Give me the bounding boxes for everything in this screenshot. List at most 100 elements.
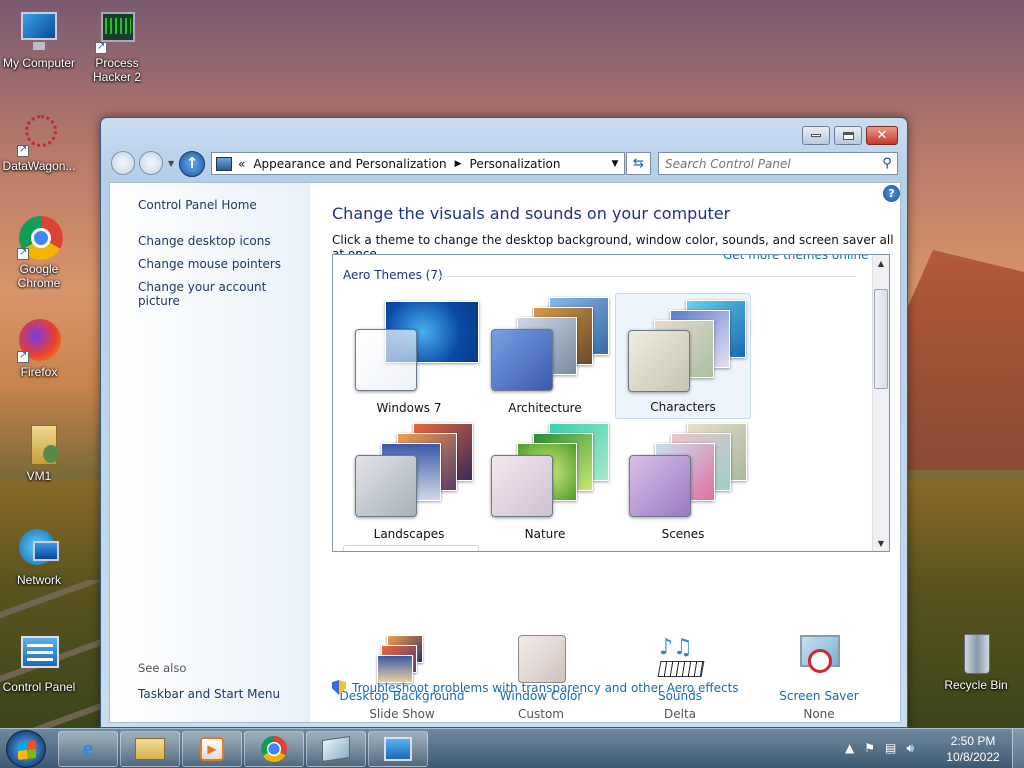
forward-button[interactable] (139, 151, 163, 175)
taskbar-media-player[interactable]: ▶ (182, 731, 242, 767)
troubleshoot-label[interactable]: Troubleshoot problems with transparency … (352, 681, 739, 695)
chevron-right-icon[interactable]: ▶ (455, 159, 462, 169)
desktop-icon-label: Firefox (20, 365, 58, 379)
close-button[interactable]: ✕ (866, 126, 898, 145)
desktop-icon-process-hacker[interactable]: Process Hacker 2 (78, 10, 156, 84)
theme-label: Nature (524, 527, 566, 541)
search-box[interactable]: ⚲ (658, 152, 898, 175)
theme-characters[interactable]: Characters (615, 293, 751, 419)
theme-label: Architecture (508, 401, 582, 415)
clock-time: 2:50 PM (950, 734, 996, 748)
chevron-down-icon[interactable]: ▼ (606, 159, 624, 169)
taskbar-control-panel[interactable] (368, 731, 428, 767)
taskbar-explorer[interactable] (120, 731, 180, 767)
start-button[interactable] (6, 730, 46, 768)
theme-landscapes[interactable]: Landscapes (341, 419, 477, 545)
theme-list-scrollbar[interactable]: ▲ ▼ (872, 255, 889, 551)
desktop-icon-firefox[interactable]: Firefox (0, 319, 78, 379)
sounds-setting[interactable]: ♪♫ Sounds Delta (610, 635, 750, 721)
sidebar-link-taskbar[interactable]: Taskbar and Start Menu (138, 687, 280, 701)
theme-architecture[interactable]: Architecture (477, 293, 613, 419)
desktop-icon-label: Control Panel (2, 680, 76, 694)
history-dropdown-icon[interactable]: ▼ (168, 159, 174, 168)
desktop-icon-label: DataWagon... (2, 159, 76, 173)
shield-icon (332, 680, 346, 695)
show-hidden-icons-icon[interactable]: ▲ (845, 741, 854, 756)
desktop-icon-my-computer[interactable]: My Computer (0, 10, 78, 70)
group-divider (437, 276, 857, 277)
theme-preview (349, 301, 479, 391)
theme-label: Landscapes (373, 527, 445, 541)
setting-value: Delta (663, 707, 696, 721)
chrome-icon (17, 216, 63, 260)
system-tray: ▲ ⚑ ▤ 🔊︎ (845, 741, 914, 756)
desktop-background-setting[interactable]: Desktop Background Slide Show (332, 635, 472, 721)
address-overflow[interactable]: « (238, 157, 245, 171)
back-button[interactable] (111, 151, 135, 175)
search-input[interactable] (659, 156, 877, 171)
volume-icon[interactable]: 🔊︎ (906, 741, 914, 756)
screen-saver-icon (794, 635, 844, 683)
action-center-icon[interactable]: ⚑ (864, 741, 875, 756)
theme-nature[interactable]: Nature (477, 419, 613, 545)
clock-date: 10/8/2022 (946, 750, 1000, 764)
scroll-thumb[interactable] (874, 289, 888, 389)
desktop-icon-label: Process Hacker 2 (92, 56, 142, 84)
help-button[interactable]: ? (883, 185, 900, 202)
refresh-button[interactable]: ⇆ (626, 152, 651, 175)
troubleshoot-link[interactable]: Troubleshoot problems with transparency … (332, 680, 739, 695)
sidebar-link-desktop-icons[interactable]: Change desktop icons (138, 234, 271, 248)
get-more-themes-link[interactable]: Get more themes online (723, 255, 869, 262)
chrome-icon (261, 736, 287, 762)
desktop-icon-recycle-bin[interactable]: Recycle Bin (937, 632, 1015, 692)
network-status-icon[interactable]: ▤ (885, 741, 896, 756)
group-header: Aero Themes (7) (343, 268, 443, 282)
sounds-icon: ♪♫ (655, 635, 705, 683)
theme-scenes[interactable]: Scenes (615, 419, 751, 545)
sidebar-link-control-panel-home[interactable]: Control Panel Home (138, 198, 257, 212)
maximize-icon (842, 131, 854, 140)
datawagon-icon (17, 113, 61, 157)
scroll-up-icon[interactable]: ▲ (873, 259, 889, 268)
taskbar-personalization-window[interactable] (306, 731, 366, 767)
theme-next-row[interactable] (343, 545, 479, 551)
setting-label[interactable]: Screen Saver (749, 689, 889, 703)
setting-value: Custom (518, 707, 564, 721)
sidebar-link-mouse-pointers[interactable]: Change mouse pointers (138, 257, 281, 271)
breadcrumb-appearance[interactable]: Appearance and Personalization (253, 157, 446, 171)
desktop-icon-google-chrome[interactable]: Google Chrome (0, 216, 78, 290)
desktop-icon-datawagon[interactable]: DataWagon... (0, 113, 78, 173)
minimize-button[interactable] (802, 126, 830, 145)
taskbar-internet-explorer[interactable]: e (58, 731, 118, 767)
network-icon (17, 527, 61, 571)
process-hacker-icon (95, 10, 139, 54)
theme-preview (485, 423, 611, 517)
breadcrumb-personalization[interactable]: Personalization (470, 157, 561, 171)
control-panel-icon (17, 634, 61, 678)
page-title: Change the visuals and sounds on your co… (332, 204, 731, 223)
screen-saver-setting[interactable]: Screen Saver None (749, 635, 889, 721)
desktop-icon-label: My Computer (2, 56, 76, 70)
maximize-button[interactable] (834, 126, 862, 145)
theme-windows-7[interactable]: Windows 7 (341, 293, 479, 419)
sidebar-link-account-picture[interactable]: Change your account picture (138, 280, 310, 308)
theme-preview (624, 300, 750, 392)
search-icon[interactable]: ⚲ (877, 156, 897, 171)
internet-explorer-icon: e (82, 735, 94, 762)
up-button[interactable]: ↑ (179, 151, 205, 177)
scroll-down-icon[interactable]: ▼ (873, 539, 889, 548)
media-player-icon: ▶ (200, 737, 224, 761)
recycle-bin-icon (954, 632, 998, 676)
window-icon (322, 736, 350, 762)
personalization-window: ✕ ▼ ↑ « Appearance and Personalization ▶… (100, 117, 908, 728)
desktop-icon-network[interactable]: Network (0, 527, 78, 587)
window-color-setting[interactable]: Window Color Custom (471, 635, 611, 721)
address-bar[interactable]: « Appearance and Personalization ▶ Perso… (211, 152, 625, 175)
show-desktop-button[interactable] (1012, 729, 1024, 768)
desktop-icon-control-panel[interactable]: Control Panel (0, 634, 78, 694)
desktop-icon-label: Network (16, 573, 61, 587)
theme-preview (349, 423, 475, 517)
clock[interactable]: 2:50 PM 10/8/2022 (930, 733, 1016, 765)
desktop-icon-vm1[interactable]: VM1 (0, 423, 78, 483)
taskbar-chrome[interactable] (244, 731, 304, 767)
